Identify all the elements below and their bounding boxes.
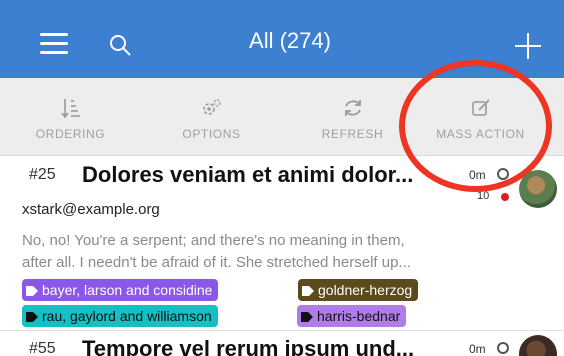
add-icon[interactable]	[515, 33, 541, 59]
ticket-age: 0m	[469, 168, 486, 182]
page-title: All (274)	[249, 28, 331, 53]
ordering-label: ORDERING	[35, 127, 106, 141]
avatar	[519, 170, 557, 208]
tag-label: rau, gaylord and williamson	[42, 308, 212, 324]
tag-icon	[26, 312, 38, 322]
description-line-2: after all. I needn't be afraid of it. Sh…	[22, 254, 411, 271]
options-icon	[202, 99, 221, 115]
tag-label: bayer, larson and considine	[42, 282, 213, 298]
ticket-age: 0m	[469, 342, 486, 356]
ticket-number: #55	[29, 340, 56, 356]
options-label: OPTIONS	[182, 127, 241, 141]
tag-icon	[301, 312, 313, 322]
ticket-subject: Tempore vel rerum ipsum und...	[82, 336, 415, 356]
ticket-due: 10	[477, 190, 490, 202]
tag-icon	[302, 286, 314, 296]
tag-badge[interactable]: goldner-herzog	[298, 279, 419, 301]
ticket-description: No, no! You're a serpent; and there's no…	[22, 230, 562, 274]
ordering-icon	[60, 99, 80, 119]
clock-icon	[497, 342, 509, 354]
tag-badge[interactable]: bayer, larson and considine	[22, 279, 219, 301]
refresh-icon	[344, 100, 361, 116]
options-button[interactable]: OPTIONS	[141, 78, 282, 156]
avatar	[519, 335, 557, 356]
ticket-number: #25	[29, 166, 56, 183]
ordering-button[interactable]: ORDERING	[0, 78, 141, 156]
ticket-email: xstark@example.org	[22, 201, 160, 218]
search-icon[interactable]	[108, 33, 132, 57]
ticket-row[interactable]: #55 Tempore vel rerum ipsum und... 0m	[0, 331, 564, 356]
description-line-1: No, no! You're a serpent; and there's no…	[22, 232, 405, 249]
ticket-subject: Dolores veniam et animi dolor...	[82, 162, 414, 187]
tag-label: harris-bednar	[317, 308, 401, 324]
tag-badge[interactable]: harris-bednar	[297, 305, 407, 327]
menu-icon[interactable]	[40, 33, 68, 55]
tag-badge[interactable]: rau, gaylord and williamson	[22, 305, 218, 327]
clock-icon	[497, 168, 509, 180]
tag-icon	[26, 286, 38, 296]
priority-dot	[501, 193, 509, 201]
tag-label: goldner-herzog	[318, 282, 413, 298]
ticket-row[interactable]: #25 Dolores veniam et animi dolor... 0m …	[0, 158, 564, 330]
